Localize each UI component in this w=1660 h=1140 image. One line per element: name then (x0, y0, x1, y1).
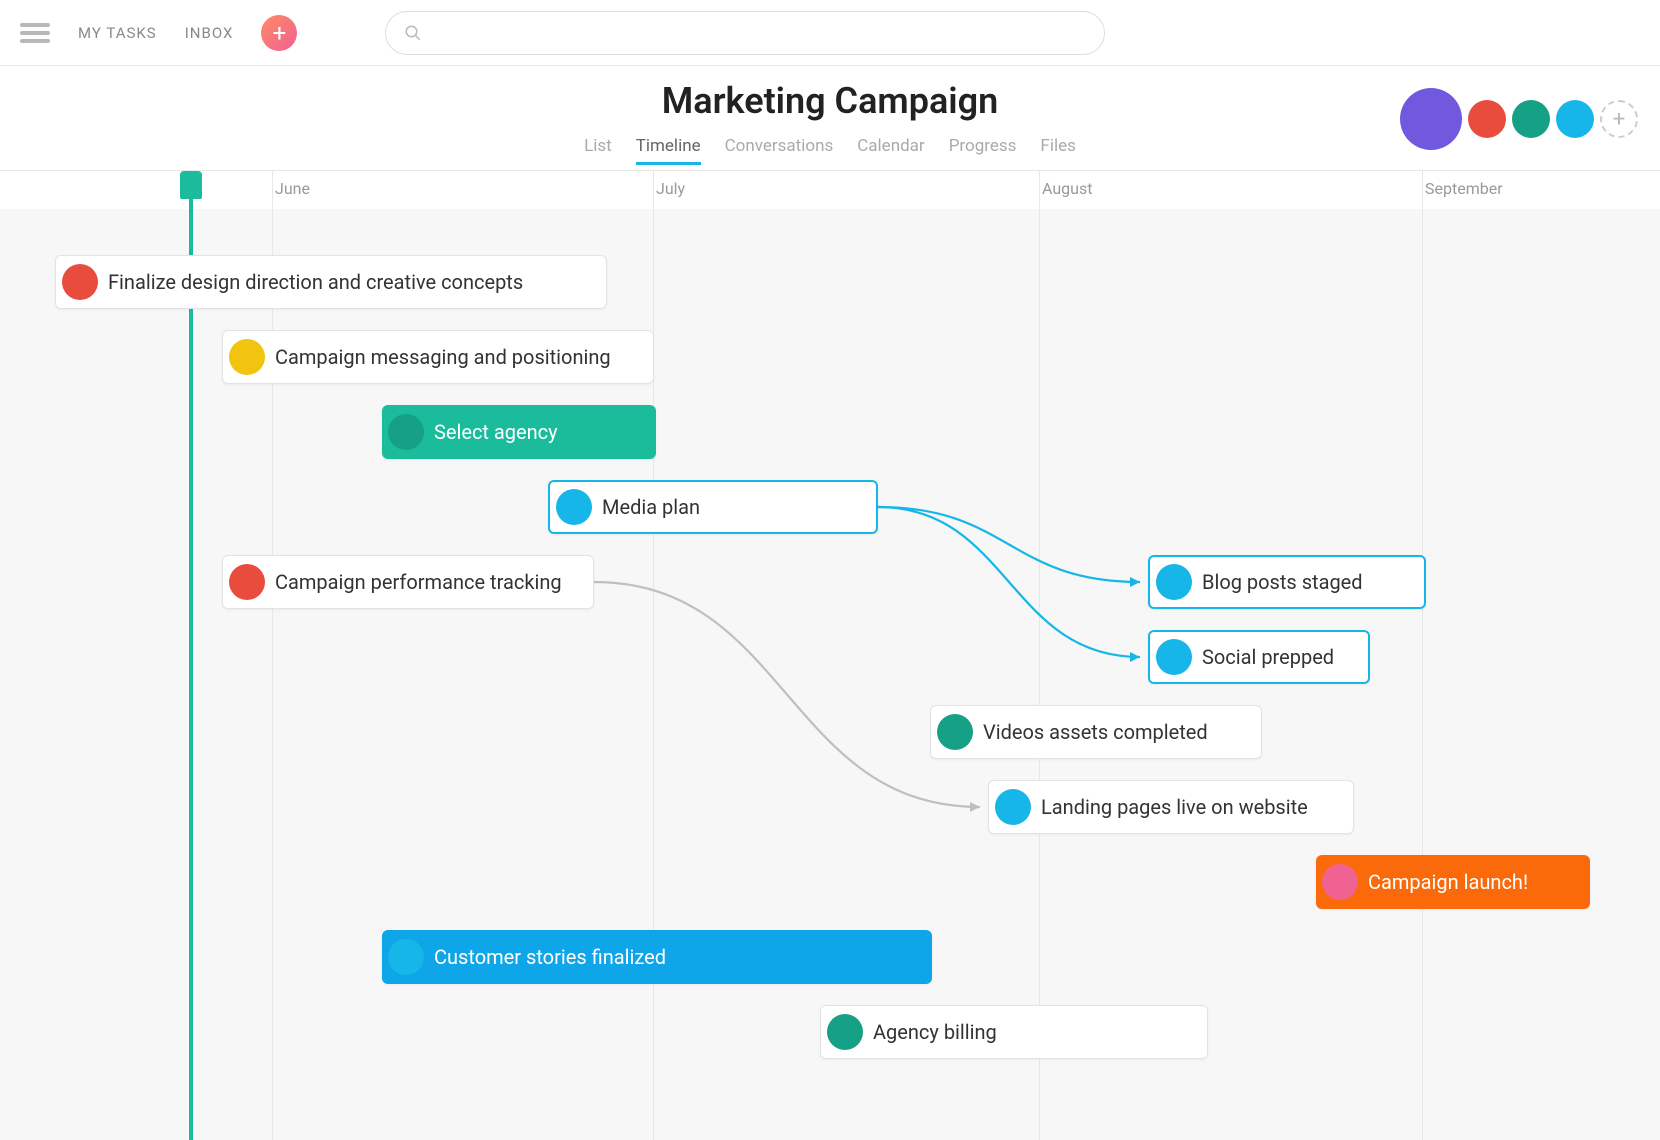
search-input[interactable] (385, 11, 1105, 55)
nav-inbox[interactable]: INBOX (185, 24, 234, 42)
task-campaign-messaging[interactable]: Campaign messaging and positioning (222, 330, 654, 384)
add-button[interactable]: + (261, 15, 297, 51)
month-gridline (653, 171, 654, 1140)
assignee-avatar (62, 264, 98, 300)
assignee-avatar (827, 1014, 863, 1050)
month-label: September (1425, 179, 1503, 198)
task-label: Blog posts staged (1202, 570, 1363, 594)
task-agency-billing[interactable]: Agency billing (820, 1005, 1208, 1059)
task-landing-pages[interactable]: Landing pages live on website (988, 780, 1354, 834)
task-label: Select agency (434, 420, 558, 444)
task-label: Campaign performance tracking (275, 570, 562, 594)
month-gridline (272, 171, 273, 1140)
task-label: Finalize design direction and creative c… (108, 270, 523, 294)
tab-conversations[interactable]: Conversations (725, 136, 834, 165)
task-label: Campaign messaging and positioning (275, 345, 611, 369)
assignee-avatar (556, 489, 592, 525)
search-icon (404, 24, 422, 42)
assignee-avatar (1322, 864, 1358, 900)
menu-icon[interactable] (20, 19, 50, 47)
month-gridline (1422, 171, 1423, 1140)
task-label: Media plan (602, 495, 700, 519)
dependency-connectors (0, 171, 1660, 1140)
tab-progress[interactable]: Progress (949, 136, 1017, 165)
task-label: Social prepped (1202, 645, 1334, 669)
task-finalize-design[interactable]: Finalize design direction and creative c… (55, 255, 607, 309)
assignee-avatar (229, 564, 265, 600)
assignee-avatar (995, 789, 1031, 825)
tab-calendar[interactable]: Calendar (857, 136, 924, 165)
task-label: Landing pages live on website (1041, 795, 1308, 819)
today-handle[interactable] (180, 171, 202, 199)
assignee-avatar (388, 414, 424, 450)
task-campaign-tracking[interactable]: Campaign performance tracking (222, 555, 594, 609)
task-label: Agency billing (873, 1020, 997, 1044)
member-avatar[interactable] (1556, 100, 1594, 138)
assignee-avatar (388, 939, 424, 975)
member-avatar[interactable] (1468, 100, 1506, 138)
task-videos-completed[interactable]: Videos assets completed (930, 705, 1262, 759)
member-avatar[interactable] (1400, 88, 1462, 150)
assignee-avatar (1156, 639, 1192, 675)
task-blog-posts[interactable]: Blog posts staged (1148, 555, 1426, 609)
assignee-avatar (937, 714, 973, 750)
project-header: Marketing Campaign ListTimelineConversat… (0, 66, 1660, 171)
task-label: Customer stories finalized (434, 945, 666, 969)
nav-my-tasks[interactable]: MY TASKS (78, 24, 157, 42)
month-label: August (1042, 179, 1092, 198)
task-campaign-launch[interactable]: Campaign launch! (1316, 855, 1590, 909)
task-select-agency[interactable]: Select agency (382, 405, 656, 459)
month-label: June (275, 179, 310, 198)
task-label: Campaign launch! (1368, 870, 1528, 894)
month-header: June July August September (0, 171, 1660, 209)
task-social-prepped[interactable]: Social prepped (1148, 630, 1370, 684)
tab-list[interactable]: List (584, 136, 612, 165)
tab-files[interactable]: Files (1040, 136, 1075, 165)
month-gridline (1039, 171, 1040, 1140)
task-label: Videos assets completed (983, 720, 1208, 744)
task-customer-stories[interactable]: Customer stories finalized (382, 930, 932, 984)
task-media-plan[interactable]: Media plan (548, 480, 878, 534)
timeline-view[interactable]: June July August September Finalize design … (0, 171, 1660, 1140)
today-marker (189, 171, 193, 1140)
project-members: + (1400, 88, 1638, 150)
top-nav: MY TASKS INBOX + (0, 0, 1660, 66)
assignee-avatar (229, 339, 265, 375)
member-avatar[interactable] (1512, 100, 1550, 138)
assignee-avatar (1156, 564, 1192, 600)
add-member-button[interactable]: + (1600, 100, 1638, 138)
tab-timeline[interactable]: Timeline (636, 136, 701, 165)
month-label: July (656, 179, 685, 198)
